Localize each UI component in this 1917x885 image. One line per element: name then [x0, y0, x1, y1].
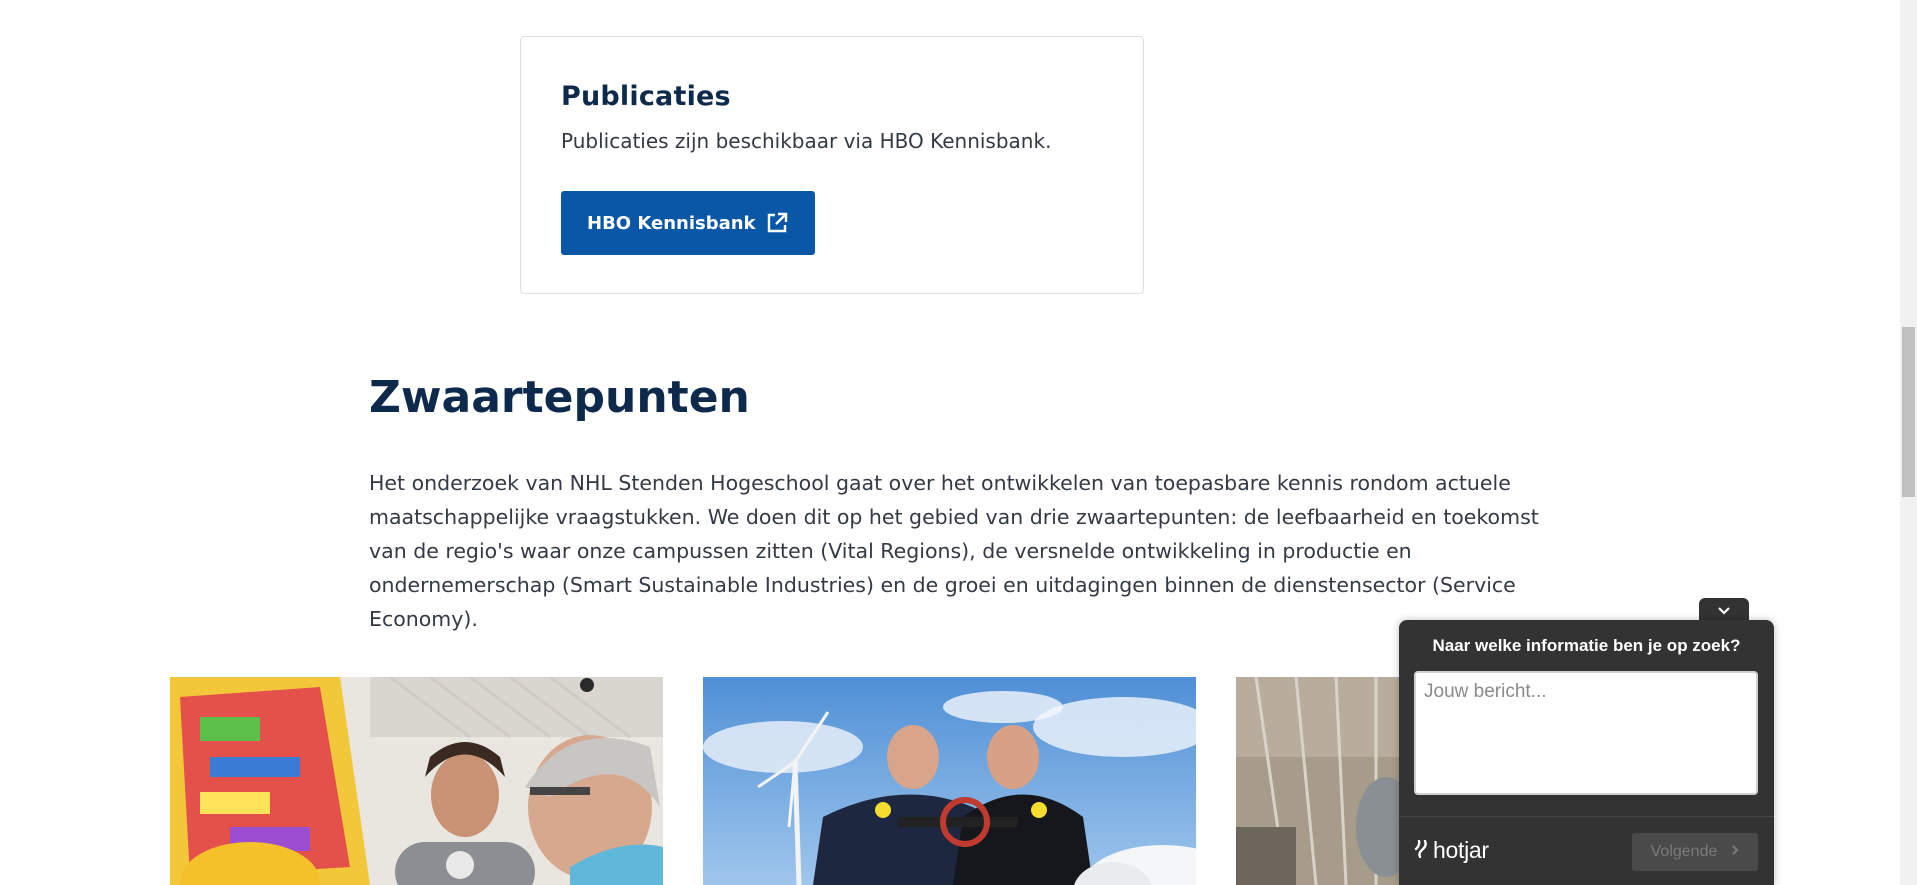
service-economy-photo[interactable]: [1236, 677, 1416, 885]
zwaartepunten-title: Zwaartepunten: [369, 372, 750, 423]
hotjar-collapse-button[interactable]: [1699, 598, 1749, 622]
hotjar-feedback-widget: Naar welke informatie ben je op zoek? ho…: [1399, 620, 1774, 885]
hotjar-next-label: Volgende: [1650, 843, 1718, 860]
smart-sustainable-industries-photo[interactable]: [703, 677, 1196, 885]
publicaties-title: Publicaties: [561, 81, 731, 112]
hotjar-next-button[interactable]: Volgende: [1632, 833, 1758, 871]
hotjar-logo-icon: [1414, 837, 1428, 864]
external-link-icon: [765, 211, 789, 235]
publicaties-card: Publicaties Publicaties zijn beschikbaar…: [520, 36, 1144, 294]
vital-regions-photo[interactable]: [170, 677, 663, 885]
hbo-kennisbank-button[interactable]: HBO Kennisbank: [561, 191, 815, 255]
hotjar-question: Naar welke informatie ben je op zoek?: [1432, 636, 1741, 655]
hotjar-brand-text: hotjar: [1433, 837, 1489, 863]
hbo-kennisbank-button-label: HBO Kennisbank: [587, 212, 756, 234]
hotjar-footer: hotjar Volgende: [1399, 816, 1774, 885]
hotjar-logo[interactable]: hotjar: [1414, 837, 1489, 864]
zwaartepunten-body: Het onderzoek van NHL Stenden Hogeschool…: [369, 471, 1539, 631]
scrollbar-thumb[interactable]: [1902, 327, 1915, 497]
hotjar-message-input[interactable]: [1414, 671, 1758, 795]
chevron-right-icon: [1731, 843, 1739, 861]
publicaties-description: Publicaties zijn beschikbaar via HBO Ken…: [561, 129, 1052, 153]
page-scrollbar[interactable]: [1900, 0, 1917, 885]
chevron-down-icon: [1717, 601, 1731, 620]
page: Publicaties Publicaties zijn beschikbaar…: [0, 0, 1917, 885]
